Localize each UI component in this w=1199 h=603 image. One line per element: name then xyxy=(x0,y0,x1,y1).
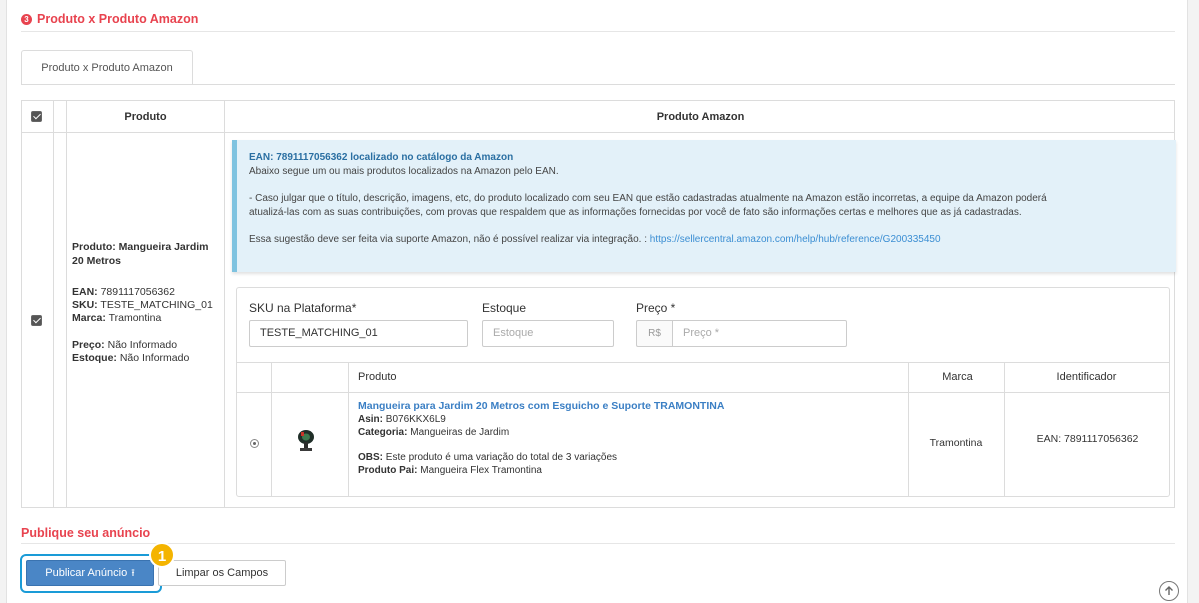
publish-divider xyxy=(21,543,1175,544)
header-marca: Marca xyxy=(942,371,973,383)
row-checkbox[interactable] xyxy=(31,315,42,326)
amazon-products-table: Produto Marca Identificador Mangueira pa… xyxy=(237,362,1169,496)
stock-value: Não Informado xyxy=(119,352,190,364)
price-label: Preço: xyxy=(72,339,105,351)
amazon-product-name[interactable]: Mangueira para Jardim 20 Metros com Esgu… xyxy=(358,400,908,413)
sku-input[interactable]: TESTE_MATCHING_01 xyxy=(249,320,468,347)
category-value: Mangueiras de Jardim xyxy=(410,427,510,438)
amazon-form-card: SKU na Plataforma* TESTE_MATCHING_01 Est… xyxy=(236,287,1170,497)
header-identificador: Identificador xyxy=(1056,371,1117,383)
main-panel: 3 Produto x Produto Amazon Produto x Pro… xyxy=(6,0,1188,603)
sku-value: TESTE_MATCHING_01 xyxy=(100,299,213,311)
brand-label: Marca: xyxy=(72,312,106,324)
upload-icon: ⭱ xyxy=(131,568,135,579)
publish-button[interactable]: Publicar Anúncio ⭱ xyxy=(26,560,154,586)
amazon-product-info: Mangueira para Jardim 20 Metros com Esgu… xyxy=(358,400,908,477)
parent-value: Mangueira Flex Tramontina xyxy=(420,465,542,476)
col-divider xyxy=(908,363,909,496)
col-divider xyxy=(66,101,67,507)
amazon-identifier-cell: EAN: 7891117056362 xyxy=(1036,433,1139,445)
asin-label: Asin: xyxy=(358,414,383,425)
col-divider xyxy=(271,363,272,496)
step-number: 3 xyxy=(21,13,32,25)
section-divider xyxy=(21,31,1175,32)
col-divider xyxy=(1004,363,1005,496)
section-title-text: Produto x Produto Amazon xyxy=(37,12,199,26)
table-header-divider xyxy=(237,392,1169,393)
clear-fields-button[interactable]: Limpar os Campos xyxy=(158,560,286,586)
parent-label: Produto Pai: xyxy=(358,465,418,476)
alert-heading: EAN: 7891117056362 localizado no catálog… xyxy=(249,152,514,163)
publish-section-title: Publique seu anúncio xyxy=(21,526,151,540)
header-produto-amazon: Produto Amazon xyxy=(656,111,745,123)
ean-label: EAN: xyxy=(72,286,98,298)
stock-label: Estoque: xyxy=(72,352,117,364)
col-divider xyxy=(348,363,349,496)
ean-value: 7891117056362 xyxy=(100,286,175,298)
table-header: Produto Produto Amazon xyxy=(22,101,1174,133)
select-product-radio[interactable] xyxy=(250,439,259,448)
col-divider xyxy=(224,101,225,507)
stock-field-label: Estoque xyxy=(482,301,527,315)
alert-line-3: atualizá-las com as suas contribuições, … xyxy=(249,207,1022,218)
stock-input[interactable]: Estoque xyxy=(482,320,614,347)
sku-field-label: SKU na Plataforma* xyxy=(249,301,357,315)
tab-produto-amazon[interactable]: Produto x Produto Amazon xyxy=(21,50,193,85)
asin-value: B076KKX6L9 xyxy=(385,414,446,425)
alert-line-4-text: Essa sugestão deve ser feita via suporte… xyxy=(249,234,650,245)
price-value: Não Informado xyxy=(107,339,178,351)
category-label: Categoria: xyxy=(358,427,408,438)
obs-value: Este produto é uma variação do total de … xyxy=(385,452,618,463)
amazon-brand-cell: Tramontina xyxy=(929,437,983,449)
alert-line-4: Essa sugestão deve ser feita via suporte… xyxy=(249,233,1164,247)
col-divider xyxy=(53,101,54,507)
sku-label: SKU: xyxy=(72,299,98,311)
platform-product-info: Produto: Mangueira Jardim 20 Metros EAN:… xyxy=(72,240,222,365)
select-all-checkbox[interactable] xyxy=(31,111,42,122)
section-title: 3 Produto x Produto Amazon xyxy=(21,12,198,26)
currency-addon: R$ xyxy=(636,320,672,347)
product-thumbnail xyxy=(298,430,314,451)
scroll-to-top-button[interactable] xyxy=(1159,581,1179,601)
product-title: Produto: Mangueira Jardim 20 Metros xyxy=(72,241,209,267)
price-field-label: Preço * xyxy=(636,301,676,315)
tab-divider xyxy=(21,84,1175,85)
publish-button-label: Publicar Anúncio xyxy=(45,567,128,579)
alert-line-1: Abaixo segue um ou mais produtos localiz… xyxy=(249,166,559,177)
brand-value: Tramontina xyxy=(108,312,162,324)
seller-central-link[interactable]: https://sellercentral.amazon.com/help/hu… xyxy=(650,234,941,245)
arrow-up-icon xyxy=(1165,586,1173,595)
alert-line-2: - Caso julgar que o título, descrição, i… xyxy=(249,193,1047,204)
obs-label: OBS: xyxy=(358,452,383,463)
header-produto: Produto xyxy=(124,111,167,123)
ean-info-alert: EAN: 7891117056362 localizado no catálog… xyxy=(232,140,1176,272)
step-badge: 1 xyxy=(149,542,175,568)
price-input[interactable]: Preço * xyxy=(672,320,847,347)
header-amazon-produto: Produto xyxy=(358,371,397,383)
